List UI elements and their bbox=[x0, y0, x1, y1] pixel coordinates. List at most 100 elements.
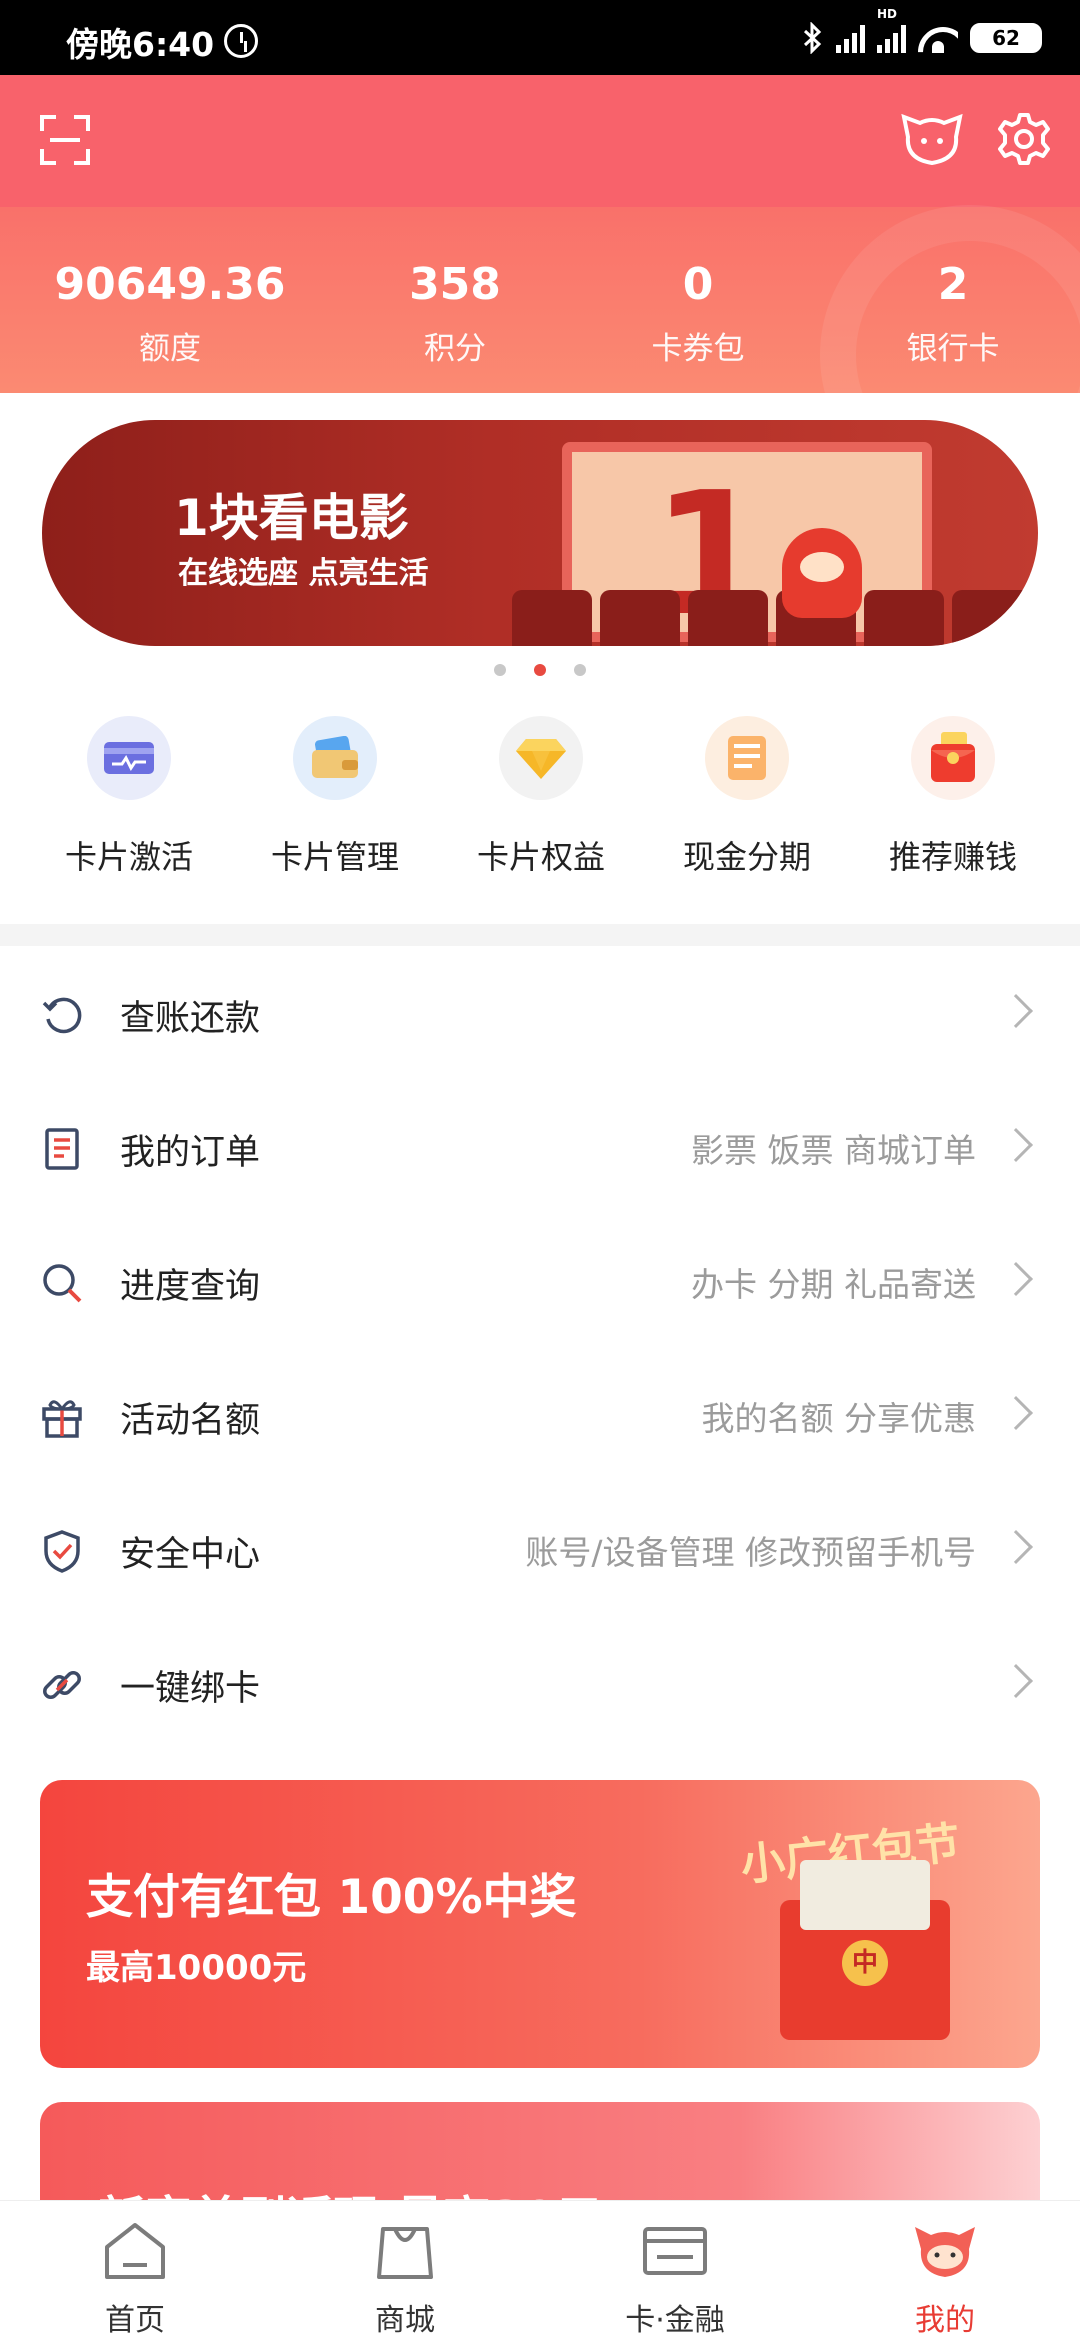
shield-check-icon bbox=[44, 1530, 80, 1573]
pagination-dot[interactable] bbox=[494, 664, 506, 676]
quick-card-benefits[interactable]: 卡片权益 bbox=[438, 712, 644, 892]
promo-banner-movie[interactable]: 1 1块看电影 在线选座 点亮生活 bbox=[42, 420, 1038, 646]
menu-row-label: 活动名额 bbox=[120, 1401, 261, 1441]
bottom-tab-bar: 首页 商城 卡·金融 我的 bbox=[0, 2200, 1080, 2340]
menu-row-progress-query[interactable]: 进度查询 办卡 分期 礼品寄送 bbox=[0, 1214, 1080, 1348]
mascot-icon bbox=[915, 2227, 975, 2277]
stat-label: 卡券包 bbox=[651, 331, 745, 367]
stat-label: 积分 bbox=[424, 331, 486, 367]
search-icon bbox=[43, 1264, 82, 1303]
stat-value: 90649.36 bbox=[54, 259, 286, 310]
cinema-seats-illustration bbox=[512, 590, 1032, 646]
card-activate-icon bbox=[87, 716, 171, 800]
stat-credit-limit[interactable]: 90649.36 额度 bbox=[0, 255, 340, 368]
hd-badge: HD bbox=[877, 7, 898, 21]
gear-icon[interactable] bbox=[996, 111, 1052, 167]
menu-row-detail: 影票 饭票 商城订单 bbox=[691, 1131, 976, 1170]
home-icon bbox=[105, 2223, 165, 2279]
chevron-right-icon bbox=[990, 1519, 1050, 1579]
promo-subtitle: 最高10000元 bbox=[86, 1948, 307, 1988]
tab-mine[interactable]: 我的 bbox=[810, 2201, 1080, 2340]
shopping-bag-icon bbox=[377, 2227, 433, 2279]
account-header: 90649.36 额度 358 积分 0 卡券包 2 银行卡 bbox=[0, 75, 1080, 393]
stat-bank-cards[interactable]: 2 银行卡 bbox=[826, 255, 1080, 368]
banner-subtitle: 在线选座 点亮生活 bbox=[178, 556, 429, 591]
menu-row-label: 进度查询 bbox=[120, 1267, 261, 1307]
chevron-right-icon bbox=[990, 1251, 1050, 1311]
order-list-icon bbox=[45, 1128, 79, 1170]
red-envelope-icon bbox=[911, 716, 995, 800]
quick-entry-label: 卡片管理 bbox=[270, 838, 399, 876]
quick-entry-label: 卡片激活 bbox=[64, 838, 193, 876]
tab-label: 我的 bbox=[915, 2303, 975, 2338]
quick-entry-grid: 卡片激活 卡片管理 卡片权益 现金分期 推荐赚钱 bbox=[0, 712, 1080, 892]
bluetooth-icon bbox=[803, 22, 822, 54]
battery-icon: 62 bbox=[970, 23, 1042, 53]
mascot-illustration bbox=[782, 528, 862, 618]
quick-entry-label: 现金分期 bbox=[682, 838, 811, 876]
promo-card-red-envelope[interactable]: 支付有红包 100%中奖 最高10000元 小广红包节 bbox=[40, 1780, 1040, 2068]
promo-title: 支付有红包 100%中奖 bbox=[86, 1870, 577, 1925]
quick-cash-installment[interactable]: 现金分期 bbox=[644, 712, 850, 892]
wallet-icon bbox=[293, 716, 377, 800]
gift-icon bbox=[42, 1400, 82, 1438]
chevron-right-icon bbox=[990, 1385, 1050, 1445]
stat-label: 额度 bbox=[139, 331, 201, 367]
banner-pagination bbox=[0, 664, 1080, 676]
chevron-right-icon bbox=[990, 1653, 1050, 1713]
section-divider bbox=[0, 924, 1080, 946]
quick-card-manage[interactable]: 卡片管理 bbox=[232, 712, 438, 892]
alarm-icon bbox=[224, 24, 258, 58]
account-stats: 90649.36 额度 358 积分 0 卡券包 2 银行卡 bbox=[0, 255, 1080, 368]
tab-label: 商城 bbox=[375, 2303, 435, 2338]
wifi-icon bbox=[918, 23, 958, 53]
mascot-service-icon[interactable] bbox=[898, 111, 966, 167]
red-envelope-illustration bbox=[780, 1860, 950, 2040]
diamond-icon bbox=[499, 716, 583, 800]
chevron-right-icon bbox=[990, 1117, 1050, 1177]
stat-value: 358 bbox=[409, 259, 501, 310]
status-indicators: HD 62 bbox=[802, 7, 1042, 56]
tab-label: 卡·金融 bbox=[625, 2303, 725, 2338]
menu-row-bind-card[interactable]: 一键绑卡 bbox=[0, 1616, 1080, 1750]
link-icon bbox=[43, 1671, 81, 1699]
pagination-dot-active[interactable] bbox=[534, 664, 546, 676]
stat-value: 2 bbox=[937, 259, 969, 310]
card-icon bbox=[643, 2227, 707, 2275]
menu-row-detail: 办卡 分期 礼品寄送 bbox=[691, 1265, 976, 1304]
quick-refer-earn[interactable]: 推荐赚钱 bbox=[850, 712, 1056, 892]
tab-mall[interactable]: 商城 bbox=[270, 2201, 540, 2340]
signal-icon bbox=[836, 23, 865, 53]
banner-title: 1块看电影 bbox=[174, 489, 409, 547]
stat-label: 银行卡 bbox=[906, 331, 1000, 367]
menu-row-detail: 账号/设备管理 修改预留手机号 bbox=[525, 1533, 976, 1572]
stat-points[interactable]: 358 积分 bbox=[340, 255, 570, 368]
scan-icon[interactable] bbox=[40, 115, 90, 165]
menu-row-activity-quota[interactable]: 活动名额 我的名额 分享优惠 bbox=[0, 1348, 1080, 1482]
app-screen: 傍晚6:40 HD 62 90649.36 额度 358 积分 0 卡券包 2 … bbox=[0, 0, 1080, 2340]
signal-hd-icon: HD bbox=[877, 7, 906, 53]
quick-entry-label: 卡片权益 bbox=[476, 838, 605, 876]
menu-row-bill-repay[interactable]: 查账还款 bbox=[0, 946, 1080, 1080]
menu-list: 查账还款 我的订单 影票 饭票 商城订单 进度查询 办卡 分期 礼品寄送 活动名… bbox=[0, 946, 1080, 1750]
stat-coupons[interactable]: 0 卡券包 bbox=[570, 255, 826, 368]
tab-label: 首页 bbox=[105, 2303, 165, 2338]
quick-card-activate[interactable]: 卡片激活 bbox=[26, 712, 232, 892]
status-time: 傍晚6:40 bbox=[66, 25, 215, 64]
quick-entry-label: 推荐赚钱 bbox=[888, 838, 1017, 876]
stat-value: 0 bbox=[682, 259, 714, 310]
tab-card-finance[interactable]: 卡·金融 bbox=[540, 2201, 810, 2340]
menu-row-my-orders[interactable]: 我的订单 影票 饭票 商城订单 bbox=[0, 1080, 1080, 1214]
menu-row-label: 查账还款 bbox=[120, 999, 261, 1039]
tab-home[interactable]: 首页 bbox=[0, 2201, 270, 2340]
refresh-icon bbox=[42, 997, 82, 1034]
status-bar: 傍晚6:40 HD 62 bbox=[0, 0, 1080, 75]
pagination-dot[interactable] bbox=[574, 664, 586, 676]
chevron-right-icon bbox=[990, 983, 1050, 1043]
battery-level: 62 bbox=[992, 26, 1020, 50]
menu-row-label: 安全中心 bbox=[120, 1535, 261, 1575]
installment-doc-icon bbox=[705, 716, 789, 800]
menu-row-label: 我的订单 bbox=[120, 1133, 261, 1173]
menu-row-label: 一键绑卡 bbox=[120, 1669, 261, 1709]
menu-row-security-center[interactable]: 安全中心 账号/设备管理 修改预留手机号 bbox=[0, 1482, 1080, 1616]
